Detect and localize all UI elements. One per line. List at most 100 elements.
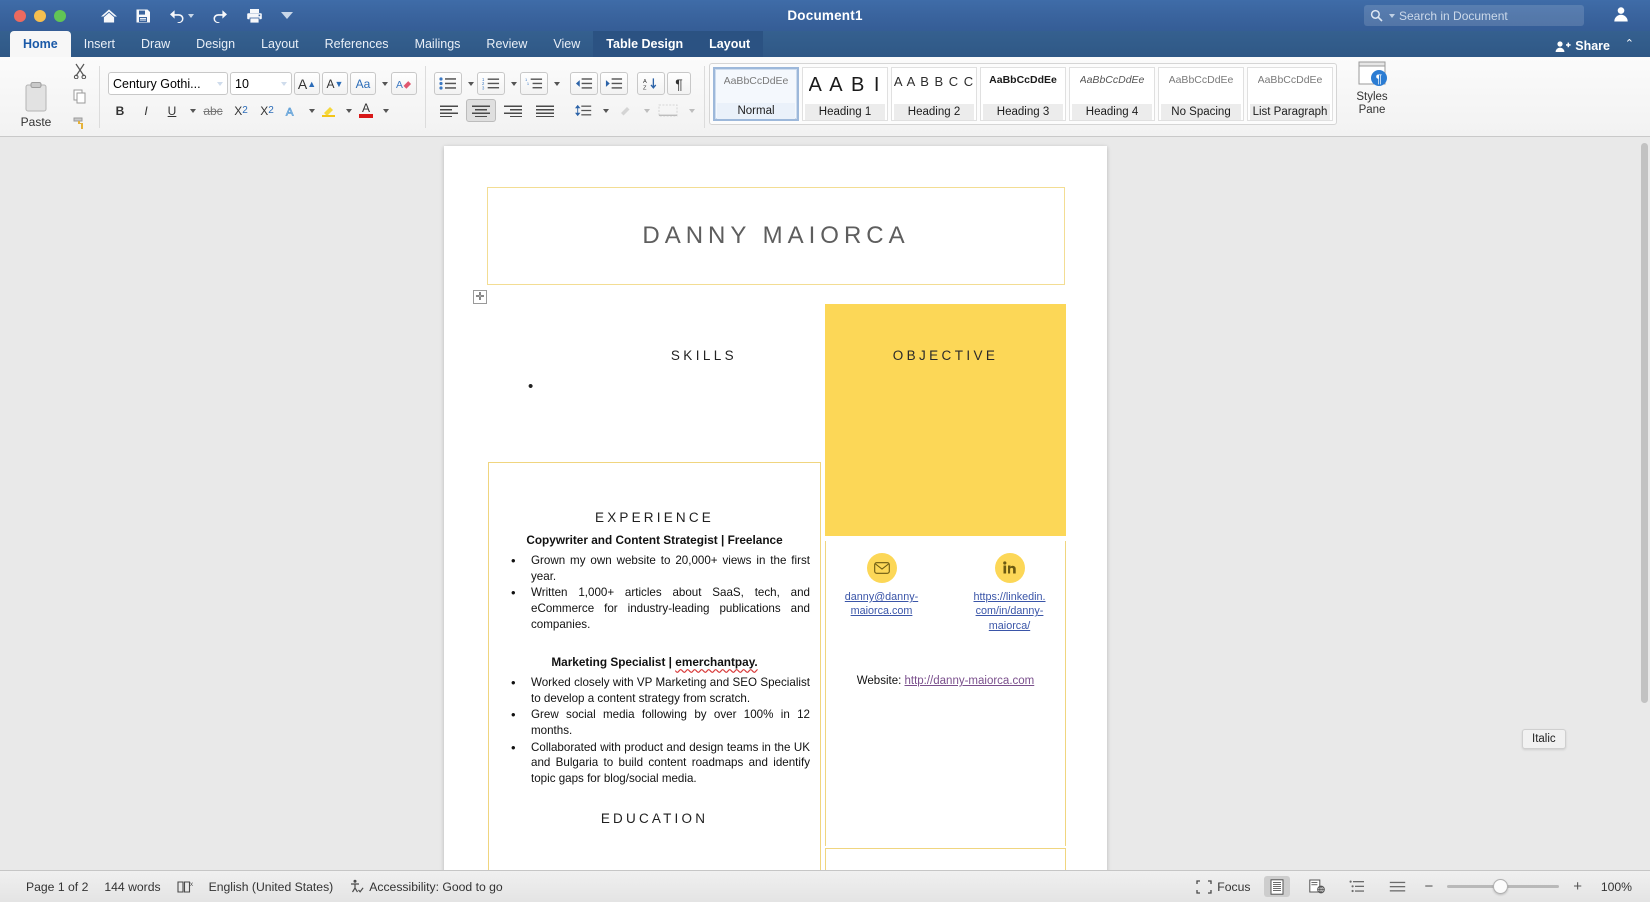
- highlight-icon[interactable]: [318, 99, 340, 122]
- justify-icon[interactable]: [530, 99, 560, 122]
- document-canvas[interactable]: DANNY MAIORCA ✛ SKILLS • OBJECTIVE EXPER…: [0, 137, 1650, 870]
- contacts-cell[interactable]: danny@danny-maiorca.com https://linkedin…: [825, 541, 1066, 846]
- document-page[interactable]: DANNY MAIORCA ✛ SKILLS • OBJECTIVE EXPER…: [444, 146, 1107, 870]
- scrollbar-thumb[interactable]: [1641, 143, 1648, 703]
- cut-icon[interactable]: [68, 60, 91, 83]
- tab-mailings[interactable]: Mailings: [402, 31, 474, 57]
- style-heading-1[interactable]: A A B I Heading 1: [802, 67, 888, 121]
- strikethrough-icon[interactable]: abc: [199, 99, 227, 122]
- certifications-cell[interactable]: ADDITIONAL CERTIFICATIONS: [825, 848, 1066, 870]
- highlight-caret[interactable]: [342, 99, 353, 122]
- clear-formatting-icon[interactable]: A: [391, 72, 417, 95]
- line-spacing-icon[interactable]: [571, 99, 597, 122]
- font-size-caret[interactable]: [281, 81, 287, 86]
- paste-button[interactable]: Paste: [8, 61, 64, 133]
- name-header-cell[interactable]: DANNY MAIORCA: [487, 187, 1065, 285]
- account-icon[interactable]: [1612, 5, 1630, 28]
- undo-dropdown-caret[interactable]: [188, 13, 194, 18]
- show-marks-icon[interactable]: ¶: [667, 72, 691, 95]
- share-button[interactable]: Share: [1555, 39, 1610, 53]
- line-spacing-caret[interactable]: [599, 99, 610, 122]
- experience-cell[interactable]: EXPERIENCE Copywriter and Content Strate…: [488, 462, 821, 870]
- align-left-icon[interactable]: [434, 99, 464, 122]
- font-color-icon[interactable]: A: [355, 99, 377, 122]
- linkedin-link[interactable]: https://linkedin.com/in/danny-maiorca/: [972, 590, 1048, 633]
- search-options-caret[interactable]: [1389, 13, 1395, 18]
- style-list-paragraph[interactable]: AaBbCcDdEe List Paragraph: [1247, 67, 1333, 121]
- font-color-caret[interactable]: [379, 99, 390, 122]
- vertical-scrollbar[interactable]: [1641, 143, 1648, 833]
- accessibility-status[interactable]: Accessibility: Good to go: [349, 879, 503, 894]
- bold-icon[interactable]: B: [108, 99, 132, 122]
- zoom-in-button[interactable]: +: [1573, 878, 1582, 895]
- print-icon[interactable]: [246, 8, 263, 24]
- collapse-ribbon-icon[interactable]: ⌃: [1625, 37, 1634, 50]
- borders-icon[interactable]: [653, 99, 683, 122]
- focus-button[interactable]: Focus: [1196, 880, 1250, 894]
- bullets-icon[interactable]: [434, 72, 462, 95]
- numbering-caret[interactable]: [507, 72, 518, 95]
- ribbon-tab-bar[interactable]: Home Insert Draw Design Layout Reference…: [0, 31, 1650, 57]
- email-link[interactable]: danny@danny-maiorca.com: [844, 590, 920, 619]
- zoom-window-button[interactable]: [54, 9, 66, 22]
- bullets-caret[interactable]: [464, 72, 475, 95]
- style-no-spacing[interactable]: AaBbCcDdEe No Spacing: [1158, 67, 1244, 121]
- minimize-window-button[interactable]: [34, 9, 46, 22]
- language-indicator[interactable]: English (United States): [209, 880, 334, 894]
- tab-table-layout[interactable]: Layout: [696, 31, 764, 57]
- underline-icon[interactable]: U: [160, 99, 184, 122]
- align-center-icon[interactable]: [466, 99, 496, 122]
- italic-icon[interactable]: I: [134, 99, 158, 122]
- zoom-slider[interactable]: [1447, 879, 1560, 894]
- website-link[interactable]: http://danny-maiorca.com: [904, 675, 1034, 687]
- subscript-icon[interactable]: X2: [229, 99, 253, 122]
- tab-view[interactable]: View: [540, 31, 593, 57]
- change-case-icon[interactable]: Aa: [350, 72, 376, 95]
- table-move-handle[interactable]: ✛: [473, 290, 487, 304]
- quick-access-toolbar[interactable]: [100, 8, 294, 24]
- undo-icon[interactable]: [168, 8, 194, 23]
- style-normal[interactable]: AaBbCcDdEe Normal: [713, 67, 799, 121]
- text-effects-icon[interactable]: A: [281, 99, 303, 122]
- tab-review[interactable]: Review: [473, 31, 540, 57]
- underline-caret[interactable]: [186, 99, 197, 122]
- outline-icon[interactable]: [1344, 876, 1370, 897]
- style-heading-2[interactable]: A A B B C C Heading 2: [891, 67, 977, 121]
- numbering-icon[interactable]: 123: [477, 72, 505, 95]
- multilevel-list-caret[interactable]: [550, 72, 561, 95]
- window-controls[interactable]: [0, 9, 66, 22]
- page-indicator[interactable]: Page 1 of 2: [26, 880, 88, 894]
- objective-cell[interactable]: OBJECTIVE: [825, 304, 1066, 536]
- proofing-errors-icon[interactable]: x: [177, 880, 193, 894]
- word-count[interactable]: 144 words: [104, 880, 160, 894]
- zoom-level[interactable]: 100%: [1596, 880, 1632, 894]
- increase-indent-icon[interactable]: [600, 72, 628, 95]
- tab-layout[interactable]: Layout: [248, 31, 312, 57]
- font-size-input[interactable]: 10: [230, 72, 292, 95]
- sort-icon[interactable]: AZ: [637, 72, 665, 95]
- home-icon[interactable]: [100, 8, 118, 24]
- styles-gallery[interactable]: AaBbCcDdEe Normal A A B I Heading 1 A A …: [709, 63, 1337, 125]
- change-case-caret[interactable]: [378, 72, 389, 95]
- multilevel-list-icon[interactable]: 11: [520, 72, 548, 95]
- align-right-icon[interactable]: [498, 99, 528, 122]
- tab-home[interactable]: Home: [10, 31, 71, 57]
- tab-references[interactable]: References: [312, 31, 402, 57]
- redo-icon[interactable]: [211, 8, 229, 23]
- text-effects-caret[interactable]: [305, 99, 316, 122]
- format-painter-icon[interactable]: [68, 112, 91, 135]
- tab-insert[interactable]: Insert: [71, 31, 128, 57]
- print-layout-icon[interactable]: [1264, 876, 1291, 897]
- shrink-font-icon[interactable]: A ▼: [322, 72, 348, 95]
- style-heading-4[interactable]: AaBbCcDdEe Heading 4: [1069, 67, 1155, 121]
- grow-font-icon[interactable]: A ▲: [294, 72, 320, 95]
- borders-caret[interactable]: [685, 99, 696, 122]
- save-icon[interactable]: [135, 8, 151, 24]
- contact-email[interactable]: danny@danny-maiorca.com: [844, 553, 920, 633]
- search-input[interactable]: Search in Document: [1364, 5, 1584, 26]
- tab-table-design[interactable]: Table Design: [593, 31, 697, 57]
- zoom-out-button[interactable]: −: [1424, 878, 1433, 895]
- close-window-button[interactable]: [14, 9, 26, 22]
- font-name-input[interactable]: Century Gothi...: [108, 72, 228, 95]
- web-layout-icon[interactable]: [1304, 876, 1330, 897]
